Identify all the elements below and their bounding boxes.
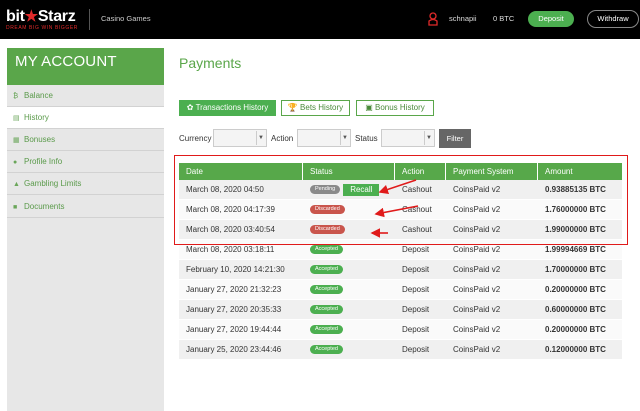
- chevron-down-icon: ▼: [256, 131, 265, 145]
- filter-button[interactable]: Filter: [439, 129, 471, 148]
- username[interactable]: schnapii: [449, 14, 477, 23]
- header-divider: [89, 9, 90, 30]
- amount-cell: 0.20000000 BTC: [545, 325, 606, 334]
- calendar-icon: ▤: [13, 115, 20, 122]
- action-cell: Deposit: [402, 345, 430, 354]
- table-row: January 25, 2020 23:44:46 Accepted Deposit…: [179, 340, 622, 360]
- sidebar-item-label: Profile Info: [24, 157, 63, 166]
- table-row: February 10, 2020 14:21:30 Accepted Deposi…: [179, 260, 622, 280]
- status-badge: Accepted: [310, 265, 343, 275]
- bitcoin-icon: ₿: [13, 93, 19, 100]
- status-label: Status: [355, 134, 378, 143]
- deposit-button[interactable]: Deposit: [528, 11, 574, 27]
- currency-label: Currency: [179, 134, 212, 143]
- status-badge: Accepted: [310, 245, 343, 255]
- amount-cell: 0.12000000 BTC: [545, 345, 606, 354]
- action-cell: Deposit: [402, 325, 430, 334]
- tab-bonus-history[interactable]: ▣ Bonus History: [356, 100, 434, 116]
- casino-games-link[interactable]: Casino Games: [101, 14, 151, 23]
- status-cell: Accepted: [303, 260, 395, 280]
- action-label: Action: [271, 134, 294, 143]
- sidebar-item-label: Gambling Limits: [24, 179, 82, 188]
- system-cell: CoinsPaid v2: [453, 285, 501, 294]
- date-cell: January 27, 2020 20:35:33: [186, 305, 282, 314]
- status-cell: Accepted: [303, 320, 395, 340]
- amount-cell: 1.70000000 BTC: [545, 265, 606, 274]
- system-cell: CoinsPaid v2: [453, 345, 501, 354]
- page-title: Payments: [179, 55, 242, 71]
- gift-icon: ▦: [13, 137, 20, 144]
- withdraw-button[interactable]: Withdraw: [587, 10, 639, 28]
- status-cell: Accepted: [303, 280, 395, 300]
- account-sidebar: MY ACCOUNT ₿ Balance ▤ History ▦ Bonuses ● P…: [7, 48, 164, 411]
- tab-transactions-history[interactable]: ✿ Transactions History: [179, 100, 276, 116]
- status-badge: Accepted: [310, 345, 343, 355]
- balance-display: 0 BTC: [493, 14, 515, 23]
- status-cell: Accepted: [303, 340, 395, 360]
- amount-cell: 0.20000000 BTC: [545, 285, 606, 294]
- status-select[interactable]: ▼: [381, 129, 435, 147]
- sidebar-title: MY ACCOUNT: [7, 48, 164, 85]
- system-cell: CoinsPaid v2: [453, 305, 501, 314]
- action-cell: Deposit: [402, 305, 430, 314]
- lock-icon: ▲: [13, 181, 20, 188]
- sidebar-item-bonuses[interactable]: ▦ Bonuses: [7, 129, 164, 151]
- sidebar-item-label: Bonuses: [24, 135, 56, 144]
- table-row: January 27, 2020 21:32:23 Accepted Deposit…: [179, 280, 622, 300]
- amount-cell: 0.60000000 BTC: [545, 305, 606, 314]
- status-cell: Accepted: [303, 300, 395, 320]
- table-row: January 27, 2020 20:35:33 Accepted Deposit…: [179, 300, 622, 320]
- user-icon[interactable]: [428, 12, 438, 26]
- folder-icon: ■: [13, 204, 18, 211]
- chevron-down-icon: ▼: [424, 131, 433, 145]
- system-cell: CoinsPaid v2: [453, 265, 501, 274]
- currency-select[interactable]: ▼: [213, 129, 267, 147]
- chevron-down-icon: ▼: [340, 131, 349, 145]
- date-cell: January 27, 2020 19:44:44: [186, 325, 282, 334]
- sidebar-item-balance[interactable]: ₿ Balance: [7, 85, 164, 107]
- sidebar-item-gambling-limits[interactable]: ▲ Gambling Limits: [7, 173, 164, 195]
- sidebar-item-label: History: [24, 113, 49, 122]
- sidebar-item-profile-info[interactable]: ● Profile Info: [7, 151, 164, 173]
- annotation-arrow-2: [374, 205, 419, 218]
- table-row: January 27, 2020 19:44:44 Accepted Deposit…: [179, 320, 622, 340]
- sidebar-item-label: Documents: [24, 202, 65, 211]
- action-select[interactable]: ▼: [297, 129, 351, 147]
- system-cell: CoinsPaid v2: [453, 325, 501, 334]
- logo[interactable]: bit★Starz: [6, 7, 76, 26]
- status-badge: Accepted: [310, 325, 343, 335]
- status-badge: Accepted: [310, 305, 343, 315]
- date-cell: January 25, 2020 23:44:46: [186, 345, 282, 354]
- logo-text-bit: bit: [6, 8, 25, 25]
- logo-text-starz: Starz: [37, 8, 76, 25]
- sidebar-item-history[interactable]: ▤ History: [7, 107, 164, 129]
- info-icon: ●: [13, 159, 18, 166]
- tab-bets-history[interactable]: 🏆 Bets History: [281, 100, 350, 116]
- date-cell: February 10, 2020 14:21:30: [186, 265, 285, 274]
- annotation-arrows: [370, 179, 419, 238]
- sidebar-item-documents[interactable]: ■ Documents: [7, 196, 164, 218]
- status-badge: Accepted: [310, 285, 343, 295]
- date-cell: January 27, 2020 21:32:23: [186, 285, 282, 294]
- action-cell: Deposit: [402, 265, 430, 274]
- annotation-arrow-1: [378, 179, 417, 195]
- tagline: DREAM BIG WIN BIGGER: [6, 25, 79, 31]
- logo-star-icon: ★: [24, 8, 38, 25]
- action-cell: Deposit: [402, 285, 430, 294]
- top-bar: bit★Starz DREAM BIG WIN BIGGER Casino Ga…: [0, 0, 640, 39]
- sidebar-item-label: Balance: [24, 91, 53, 100]
